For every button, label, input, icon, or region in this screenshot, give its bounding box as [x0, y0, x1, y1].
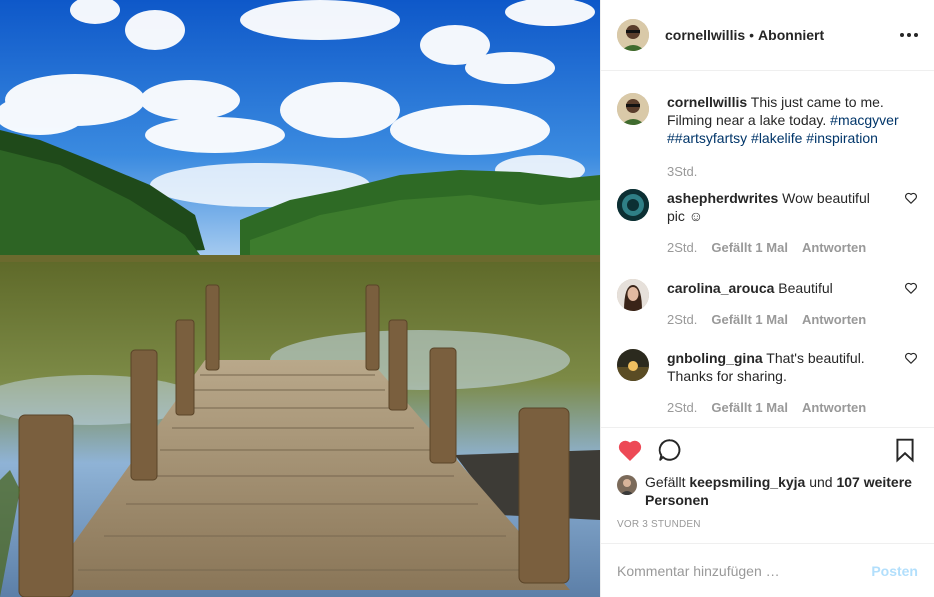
caption-time[interactable]: 3Std.: [667, 163, 697, 181]
instagram-post-view: cornellwillis • Abonniert cornellwillis …: [0, 0, 934, 597]
post-timestamp[interactable]: VOR 3 STUNDEN: [601, 509, 934, 543]
header-separator: •: [749, 27, 755, 43]
caption-row: cornellwillis This just came to me. Film…: [617, 93, 918, 181]
comment-item: gnboling_gina That's beautiful. Thanks f…: [617, 349, 918, 417]
likes-connector: und: [809, 474, 833, 490]
hashtag-link[interactable]: #lakelife: [751, 130, 802, 146]
comment-text: Beautiful: [778, 280, 833, 296]
add-comment-bar: Posten: [601, 543, 934, 597]
liker-avatar[interactable]: [617, 475, 637, 495]
comment-time[interactable]: 2Std.: [667, 399, 697, 417]
post-photo[interactable]: [0, 0, 600, 597]
comment-body: gnboling_gina That's beautiful. Thanks f…: [667, 349, 918, 417]
commenter-avatar[interactable]: [617, 189, 649, 221]
reply-button[interactable]: Antworten: [802, 239, 866, 257]
like-comment-heart-icon[interactable]: [904, 191, 918, 205]
comment-item: carolina_arouca Beautiful 2Std. Gefällt …: [617, 279, 918, 329]
comment-body: carolina_arouca Beautiful 2Std. Gefällt …: [667, 279, 918, 329]
hashtag-link[interactable]: #macgyver: [830, 112, 898, 128]
post-side-panel: cornellwillis • Abonniert cornellwillis …: [600, 0, 934, 597]
comments-list: cornellwillis This just came to me. Film…: [601, 71, 934, 427]
comment-likes[interactable]: Gefällt 1 Mal: [711, 399, 788, 417]
post-comment-button[interactable]: Posten: [871, 563, 918, 579]
comment-meta: 2Std. Gefällt 1 Mal Antworten: [667, 239, 888, 257]
lake-dock-image: [0, 0, 600, 597]
author-avatar[interactable]: [617, 19, 649, 51]
hashtag-link[interactable]: #inspiration: [806, 130, 878, 146]
likes-text: Gefällt keepsmiling_kyja und 107 weitere…: [645, 473, 918, 509]
follow-status-button[interactable]: Abonniert: [758, 27, 824, 43]
comment-bubble-icon[interactable]: [657, 437, 683, 463]
comment-username[interactable]: ashepherdwrites: [667, 190, 778, 206]
hashtag-link[interactable]: ##artsyfartsy: [667, 130, 747, 146]
comment-item: ashepherdwrites Wow beautiful pic ☺︎ 2St…: [617, 189, 918, 257]
post-header: cornellwillis • Abonniert: [601, 0, 934, 71]
like-comment-heart-icon[interactable]: [904, 281, 918, 295]
comment-meta: 2Std. Gefällt 1 Mal Antworten: [667, 399, 888, 417]
comment-meta: 2Std. Gefällt 1 Mal Antworten: [667, 311, 888, 329]
likes-summary: Gefällt keepsmiling_kyja und 107 weitere…: [601, 471, 934, 509]
author-username[interactable]: cornellwillis: [665, 27, 745, 43]
comment-time[interactable]: 2Std.: [667, 311, 697, 329]
comment-likes[interactable]: Gefällt 1 Mal: [711, 311, 788, 329]
comment-body: ashepherdwrites Wow beautiful pic ☺︎ 2St…: [667, 189, 918, 257]
comment-username[interactable]: gnboling_gina: [667, 350, 763, 366]
comment-likes[interactable]: Gefällt 1 Mal: [711, 239, 788, 257]
liker-username[interactable]: keepsmiling_kyja: [689, 474, 805, 490]
commenter-avatar[interactable]: [617, 349, 649, 381]
likes-prefix: Gefällt: [645, 474, 686, 490]
more-options-icon[interactable]: [894, 27, 918, 43]
bookmark-icon[interactable]: [892, 437, 918, 463]
commenter-avatar[interactable]: [617, 279, 649, 311]
comment-time[interactable]: 2Std.: [667, 239, 697, 257]
caption-body: cornellwillis This just came to me. Film…: [667, 93, 918, 181]
like-heart-icon[interactable]: [617, 437, 643, 463]
caption-meta: 3Std.: [667, 163, 918, 181]
caption-avatar[interactable]: [617, 93, 649, 125]
caption-username[interactable]: cornellwillis: [667, 94, 747, 110]
comment-username[interactable]: carolina_arouca: [667, 280, 774, 296]
comment-input[interactable]: [617, 562, 872, 579]
reply-button[interactable]: Antworten: [802, 311, 866, 329]
post-actions-bar: [601, 427, 934, 471]
reply-button[interactable]: Antworten: [802, 399, 866, 417]
like-comment-heart-icon[interactable]: [904, 351, 918, 365]
